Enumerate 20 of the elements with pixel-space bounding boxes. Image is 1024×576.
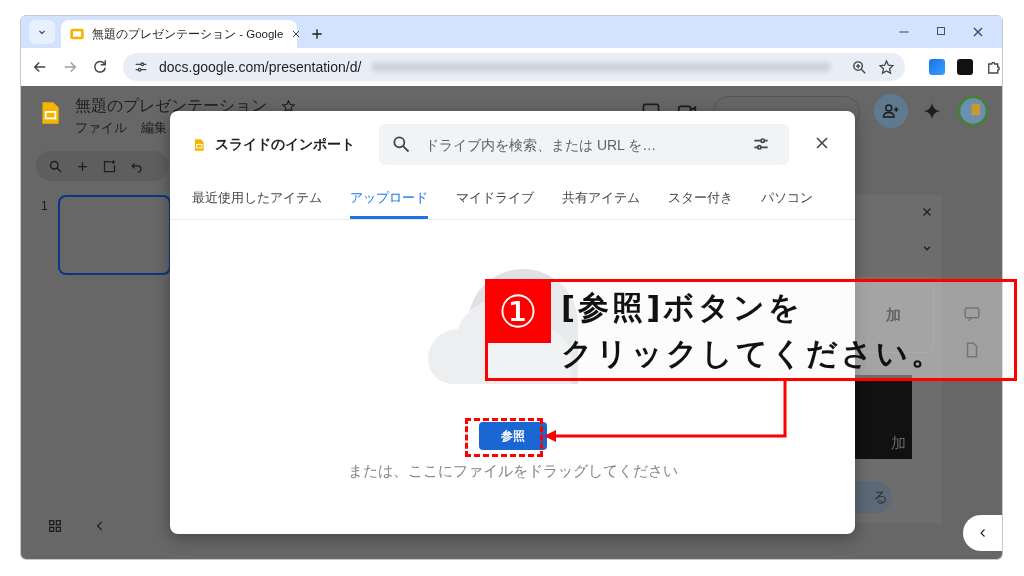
browser-tab[interactable]: 無題のプレゼンテーション - Google [61,20,297,48]
panel-label: 加 [885,305,901,325]
step-number: ① [485,279,551,343]
tab[interactable]: パソコン [761,179,813,219]
slide-number: 1 [41,199,48,213]
search-field[interactable]: ドライブ内を検索、または URL を… [379,124,789,165]
tab[interactable]: アップロード [350,179,428,219]
callout-text: [参照]ボタンを [561,288,804,327]
menu-item[interactable]: 編集 [141,119,167,137]
tab[interactable]: マイドライブ [456,179,534,219]
menu-item[interactable]: ファイル [75,119,127,137]
address-bar[interactable]: docs.google.com/presentation/d/ [123,53,906,81]
browse-button[interactable]: 参照 [478,422,547,450]
tab-title: 無題のプレゼンテーション - Google [92,26,284,42]
dialog-title: スライドのインポート [215,135,355,154]
drop-hint: または、ここにファイルをドラッグしてください [347,462,678,481]
tab[interactable]: 最近使用したアイテム [192,179,322,219]
panel-label: 加 [891,434,906,453]
tab[interactable]: スター付き [668,179,733,219]
tab[interactable]: 共有アイテム [562,179,640,219]
